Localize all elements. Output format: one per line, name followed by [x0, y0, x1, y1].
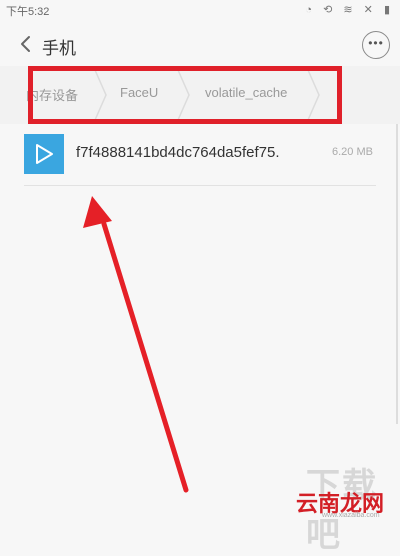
- watermark: 下载吧 云南龙网 www.xiazaiba.com: [296, 458, 396, 554]
- red-arrow-annotation: [83, 196, 189, 493]
- watermark-url: www.xiazaiba.com: [322, 512, 380, 519]
